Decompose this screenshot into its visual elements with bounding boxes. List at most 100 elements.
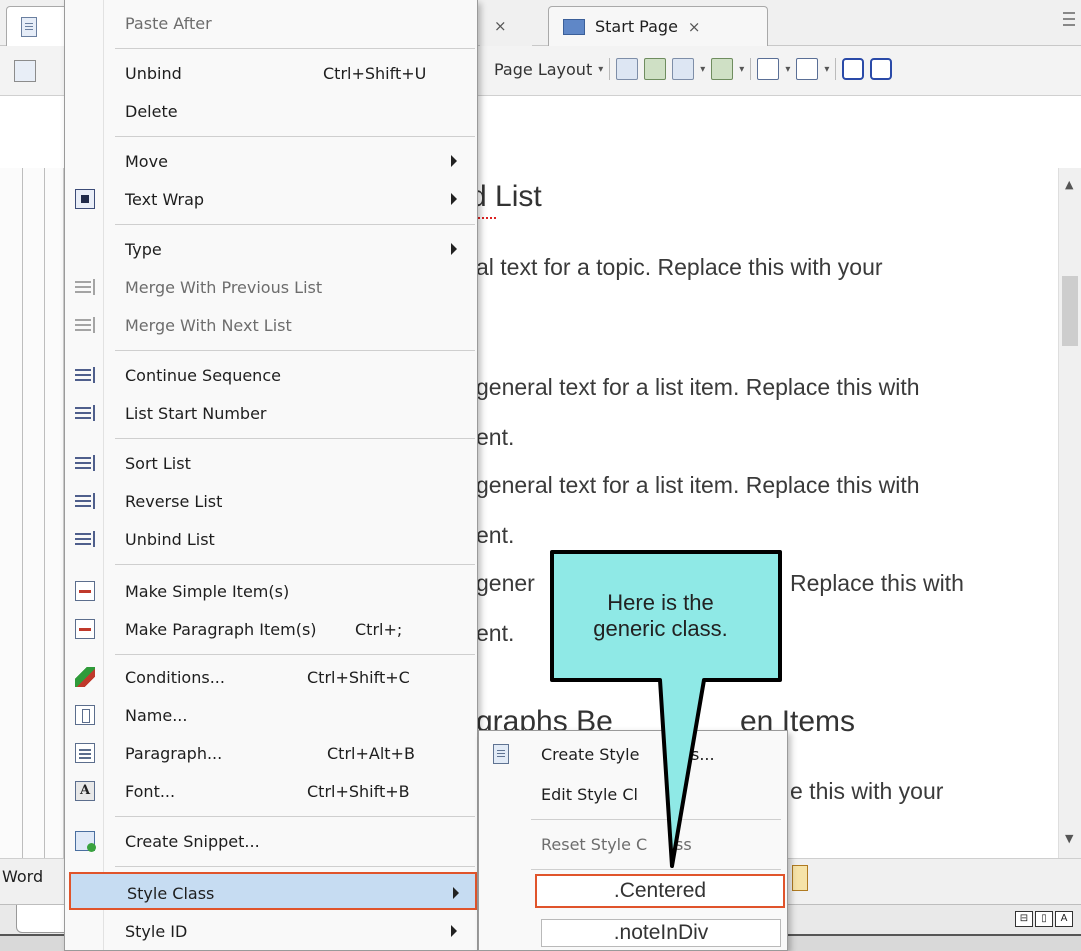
list-item-text: ent. bbox=[476, 424, 515, 450]
style-class-centered[interactable]: .Centered bbox=[535, 874, 785, 908]
menu-item-type[interactable]: Type bbox=[65, 230, 477, 268]
chevron-down-icon[interactable]: ▾ bbox=[824, 64, 829, 75]
insert-multimedia-icon[interactable] bbox=[644, 58, 667, 80]
menu-item-label: Merge With Previous List bbox=[125, 278, 323, 297]
insert-variable-icon[interactable] bbox=[757, 58, 780, 80]
menu-item-reverse-list[interactable]: Reverse List bbox=[65, 482, 477, 520]
tab-previous-document[interactable]: × bbox=[480, 6, 532, 46]
list-item-text: general text for a list item. Replace th… bbox=[476, 374, 920, 400]
vertical-scrollbar[interactable]: ▲ ▼ bbox=[1058, 168, 1081, 858]
menu-item-paste-after[interactable]: Paste After bbox=[65, 4, 477, 42]
menu-item-paragraph[interactable]: Paragraph... Ctrl+Alt+B bbox=[65, 734, 477, 772]
menu-item-label: Paste After bbox=[125, 14, 212, 33]
toolbar-separator bbox=[750, 58, 752, 80]
submenu-arrow-icon bbox=[451, 193, 457, 205]
menu-item-list-start-number[interactable]: List Start Number bbox=[65, 394, 477, 432]
close-icon[interactable]: × bbox=[688, 18, 701, 36]
font-icon: A bbox=[75, 781, 95, 801]
menu-item-label: Type bbox=[125, 240, 162, 259]
chevron-down-icon: ▾ bbox=[598, 63, 604, 75]
insert-equation-icon[interactable] bbox=[711, 58, 734, 80]
conditions-icon bbox=[75, 667, 95, 687]
paragraph-text: al text for a topic. Replace this with y… bbox=[476, 254, 883, 280]
menu-item-shortcut: Ctrl+Shift+B bbox=[307, 782, 410, 801]
insert-image-icon[interactable] bbox=[616, 58, 639, 80]
menu-item-label: Make Simple Item(s) bbox=[125, 582, 290, 601]
menu-item-unbind[interactable]: Unbind Ctrl+Shift+U bbox=[65, 54, 477, 92]
style-class-noteindiv[interactable]: .noteInDiv bbox=[541, 919, 781, 947]
continue-sequence-icon bbox=[75, 365, 95, 385]
submenu-arrow-icon bbox=[451, 155, 457, 167]
context-menu: Paste After Unbind Ctrl+Shift+U Delete M… bbox=[64, 0, 478, 951]
menu-item-label: Merge With Next List bbox=[125, 316, 292, 335]
chevron-down-icon[interactable]: ▾ bbox=[739, 64, 744, 75]
menu-item-delete[interactable]: Delete bbox=[65, 92, 477, 130]
text-view-button[interactable]: A bbox=[1055, 911, 1073, 927]
scroll-down-arrow-icon[interactable]: ▼ bbox=[1065, 832, 1073, 845]
list-item-text: ent. bbox=[476, 620, 515, 646]
name-icon bbox=[75, 705, 95, 725]
menu-item-text-wrap[interactable]: Text Wrap bbox=[65, 180, 477, 218]
structure-bar[interactable] bbox=[0, 168, 64, 858]
scroll-up-arrow-icon[interactable]: ▲ bbox=[1065, 178, 1073, 191]
menu-item-font[interactable]: A Font... Ctrl+Shift+B bbox=[65, 772, 477, 810]
menu-item-create-snippet[interactable]: Create Snippet... bbox=[65, 822, 477, 860]
menu-item-label: Unbind bbox=[125, 64, 182, 83]
index-keyword-icon[interactable] bbox=[842, 58, 865, 80]
page-layout-dropdown[interactable]: Page Layout ▾ ▾ ▾ ▾ ▾ bbox=[494, 58, 893, 80]
menu-item-conditions[interactable]: Conditions... Ctrl+Shift+C bbox=[65, 658, 477, 696]
menu-item-label: Move bbox=[125, 152, 168, 171]
document-icon bbox=[21, 16, 37, 37]
menu-item-label: Style Class bbox=[127, 884, 215, 903]
tab-overflow-icon[interactable] bbox=[1063, 12, 1075, 26]
unbind-list-icon bbox=[75, 529, 95, 549]
menu-item-continue-sequence[interactable]: Continue Sequence bbox=[65, 356, 477, 394]
menu-separator bbox=[115, 48, 475, 49]
tab-start-page[interactable]: Start Page × bbox=[548, 6, 768, 46]
toolbar-separator bbox=[835, 58, 837, 80]
menu-item-make-paragraph-items[interactable]: Make Paragraph Item(s) Ctrl+; bbox=[65, 610, 477, 648]
insert-snippet-icon[interactable] bbox=[796, 58, 819, 80]
menu-item-merge-previous[interactable]: Merge With Previous List bbox=[65, 268, 477, 306]
menu-item-label: Unbind List bbox=[125, 530, 215, 549]
menu-item-unbind-list[interactable]: Unbind List bbox=[65, 520, 477, 558]
menu-item-style-class[interactable]: Style Class bbox=[69, 872, 477, 910]
merge-previous-icon bbox=[75, 277, 95, 297]
spelling-underline bbox=[478, 215, 496, 219]
menu-item-label: Make Paragraph Item(s) bbox=[125, 620, 317, 639]
insert-slideshow-icon[interactable] bbox=[672, 58, 695, 80]
concept-icon[interactable] bbox=[870, 58, 893, 80]
menu-item-sort-list[interactable]: Sort List bbox=[65, 444, 477, 482]
single-view-button[interactable]: ▯ bbox=[1035, 911, 1053, 927]
menu-item-make-simple-items[interactable]: Make Simple Item(s) bbox=[65, 572, 477, 610]
menu-separator bbox=[115, 438, 475, 439]
menu-item-label: Sort List bbox=[125, 454, 191, 473]
menu-item-label: Style ID bbox=[125, 922, 188, 941]
menu-item-name[interactable]: Name... bbox=[65, 696, 477, 734]
submenu-arrow-icon bbox=[451, 243, 457, 255]
menu-item-merge-next[interactable]: Merge With Next List bbox=[65, 306, 477, 344]
split-view-button[interactable]: ⊟ bbox=[1015, 911, 1033, 927]
paragraph-icon bbox=[75, 743, 95, 763]
reverse-list-icon bbox=[75, 491, 95, 511]
menu-item-shortcut: Ctrl+Shift+U bbox=[323, 64, 427, 83]
submenu-arrow-icon bbox=[453, 887, 459, 899]
close-icon[interactable]: × bbox=[494, 17, 507, 35]
callout-line: generic class. bbox=[593, 616, 728, 641]
list-item-text: general text for a list item. Replace th… bbox=[476, 472, 920, 498]
chevron-down-icon[interactable]: ▾ bbox=[785, 64, 790, 75]
page-layout-label: Page Layout bbox=[494, 59, 593, 79]
preview-icon[interactable] bbox=[14, 60, 36, 82]
chevron-down-icon[interactable]: ▾ bbox=[700, 64, 705, 75]
list-item-text: gener bbox=[476, 570, 535, 596]
menu-item-shortcut: Ctrl+; bbox=[355, 620, 403, 639]
list-start-number-icon bbox=[75, 403, 95, 423]
menu-item-style-id[interactable]: Style ID bbox=[65, 912, 477, 950]
menu-separator bbox=[115, 224, 475, 225]
menu-item-label: Font... bbox=[125, 782, 176, 801]
menu-item-shortcut: Ctrl+Alt+B bbox=[327, 744, 415, 763]
submenu-arrow-icon bbox=[451, 925, 457, 937]
scrollbar-thumb[interactable] bbox=[1062, 276, 1078, 346]
ruler-icon[interactable] bbox=[792, 865, 808, 891]
menu-item-move[interactable]: Move bbox=[65, 142, 477, 180]
